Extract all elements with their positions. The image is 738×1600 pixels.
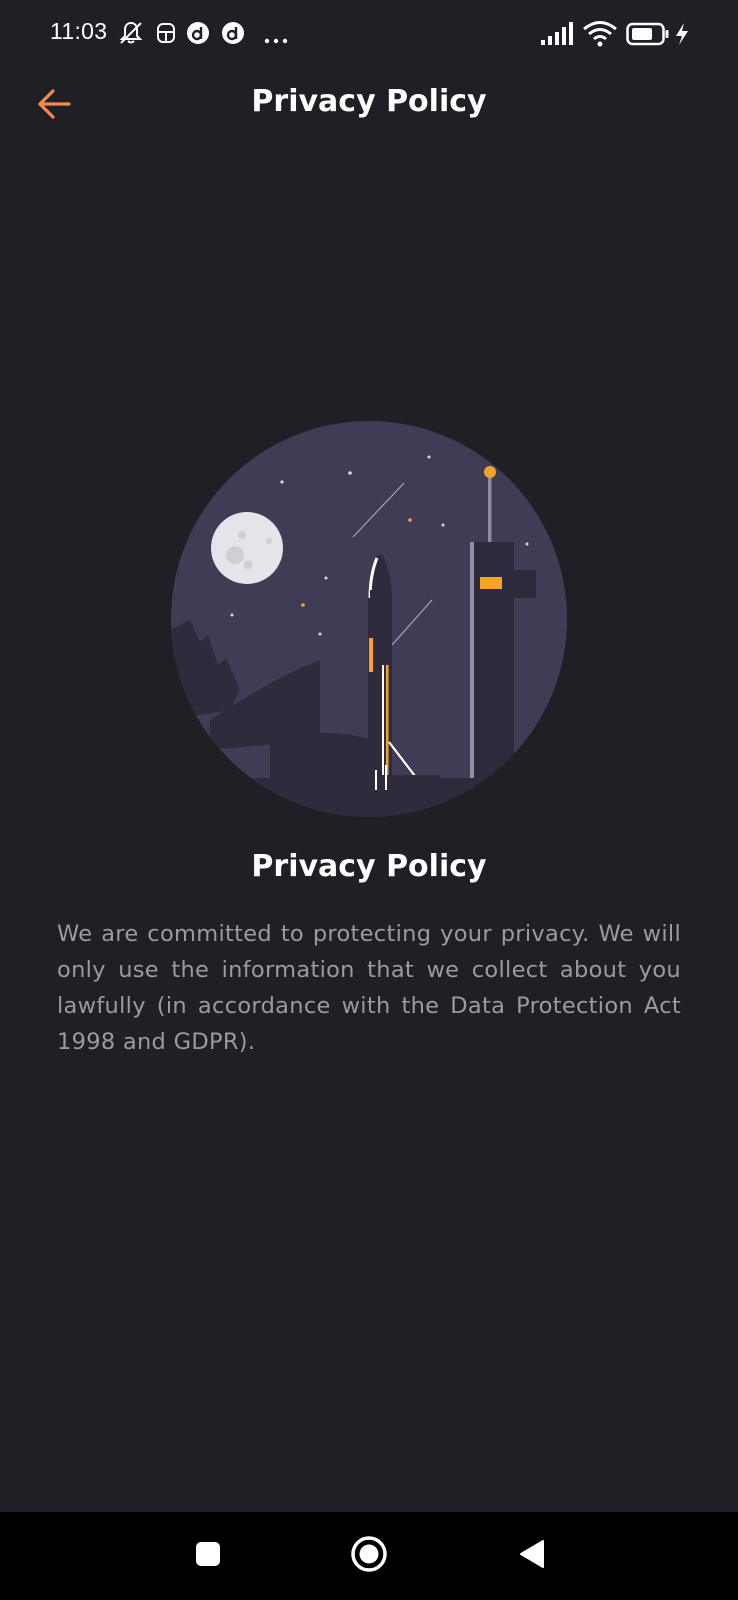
d-app-icon	[221, 21, 245, 49]
notification-app-icon	[155, 22, 177, 48]
battery-icon	[626, 22, 670, 50]
nav-back-button[interactable]	[508, 1532, 556, 1580]
wifi-icon	[582, 20, 618, 52]
privacy-statement-text: We are committed to protecting your priv…	[57, 921, 681, 1055]
home-button[interactable]	[345, 1532, 393, 1580]
charging-icon	[674, 22, 690, 50]
page-title: Privacy Policy	[251, 84, 487, 119]
system-nav-bar	[0, 1512, 738, 1600]
home-icon	[349, 1534, 389, 1578]
section-title: Privacy Policy	[251, 849, 487, 884]
status-bar: 11:03	[0, 0, 738, 70]
app-header: Privacy Policy	[0, 70, 738, 140]
recent-apps-button[interactable]	[184, 1532, 232, 1580]
signal-icon	[540, 20, 574, 50]
d-app-icon	[186, 21, 210, 49]
status-time: 11:03	[50, 18, 108, 44]
bell-off-icon	[118, 20, 144, 50]
rocket-launch-illustration	[170, 420, 568, 818]
more-dots-icon	[264, 30, 288, 49]
privacy-policy-screen: 11:03 Privacy Policy Privacy Policy We a…	[0, 0, 738, 1600]
back-icon	[517, 1538, 547, 1574]
recent-apps-icon	[193, 1539, 223, 1573]
